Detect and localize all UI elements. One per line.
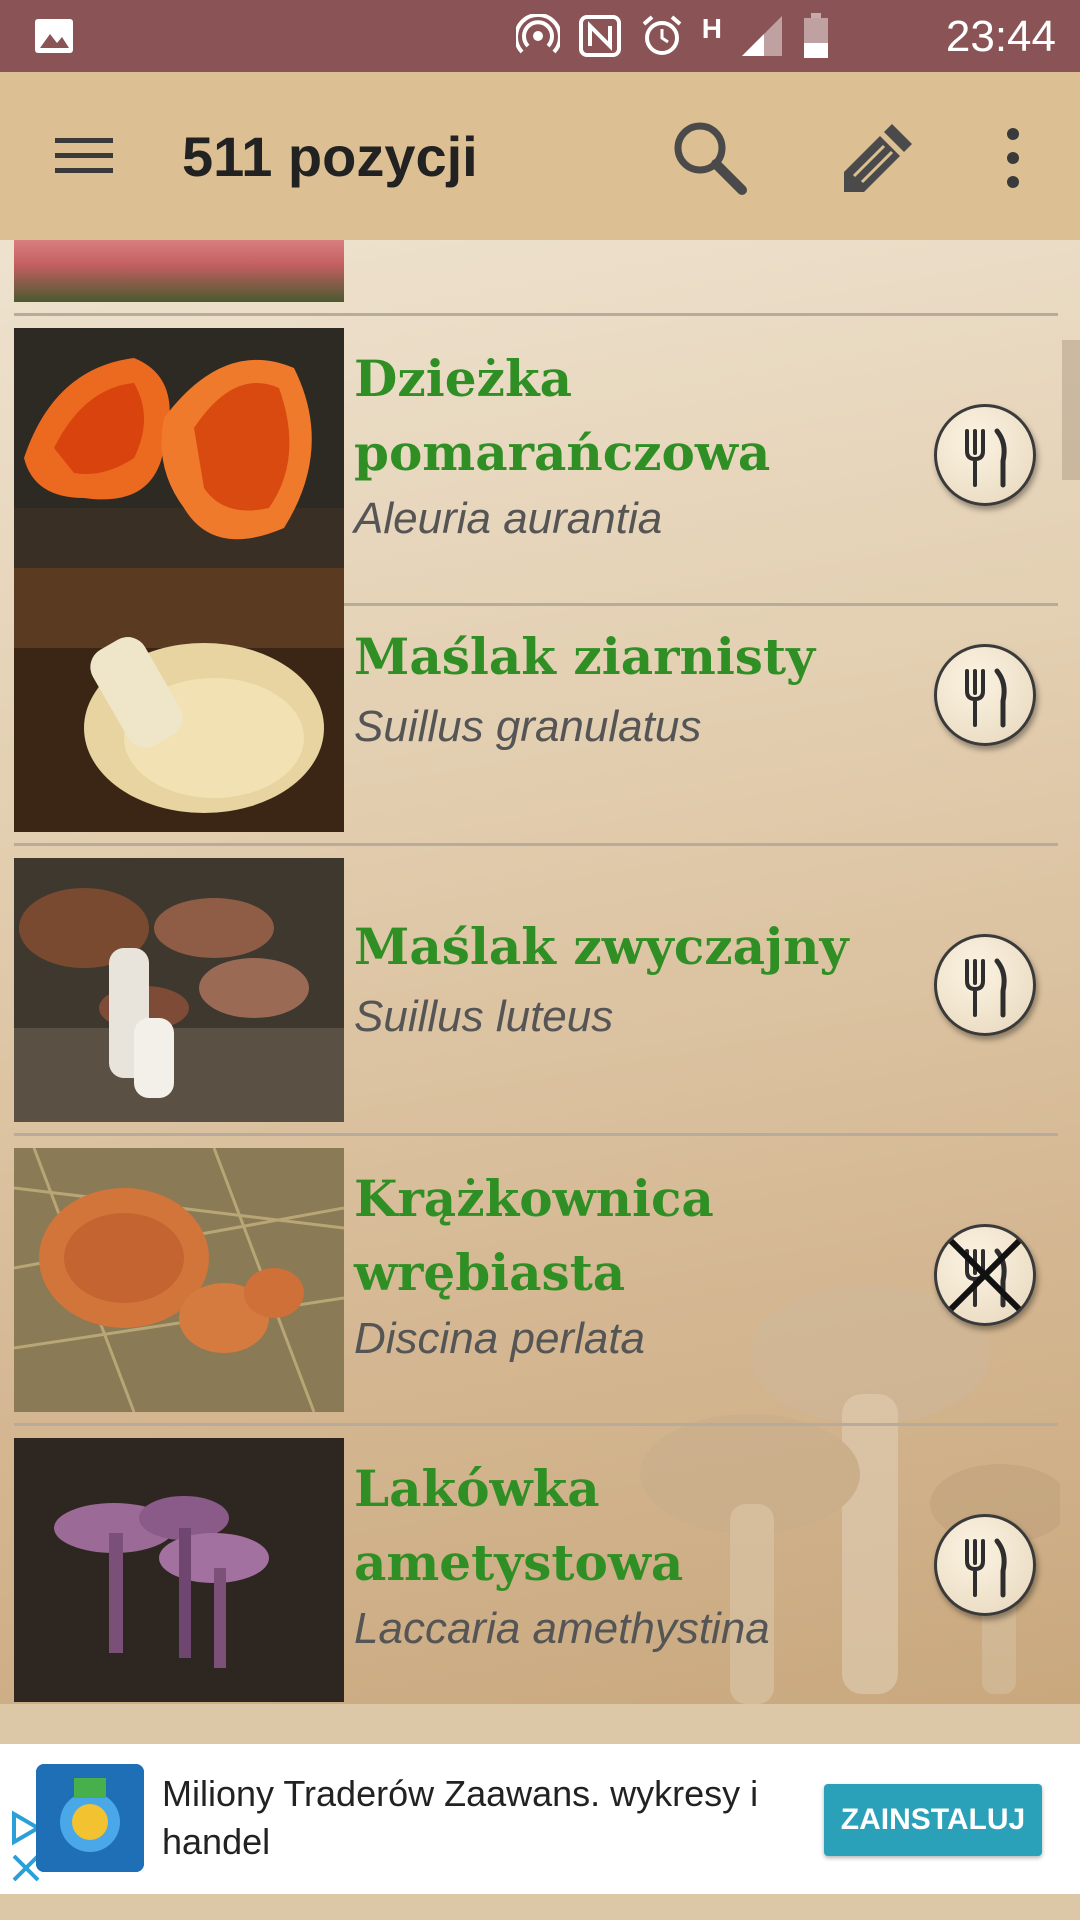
- mushroom-photo: [14, 858, 344, 1122]
- mushroom-photo: [14, 1438, 344, 1702]
- common-name-line: Lakówka: [354, 1459, 600, 1518]
- mushroom-photo: [14, 328, 344, 592]
- list-item[interactable]: Maślak zwyczajny Suillus luteus: [14, 846, 1058, 1136]
- edibility-badge[interactable]: [934, 404, 1036, 506]
- latin-name: Laccaria amethystina: [354, 1604, 770, 1653]
- fork-knife-icon: [965, 958, 1007, 1018]
- app-bar: 511 pozycji: [0, 72, 1080, 240]
- edit-icon: [844, 124, 912, 192]
- mushroom-photo: [14, 240, 344, 302]
- list-item[interactable]: Maślak ziarnisty Suillus granulatus: [14, 556, 1058, 846]
- hotspot-icon: [515, 14, 560, 54]
- latin-name: Suillus granulatus: [354, 702, 702, 751]
- common-name-line: Maślak zwyczajny: [354, 917, 849, 976]
- menu-icon: [55, 138, 113, 173]
- common-name: Dzieżka pomarańczowa: [354, 342, 770, 490]
- mushroom-photo: [14, 568, 344, 832]
- page-title: 511 pozycji: [182, 125, 478, 188]
- list-item-partial[interactable]: [14, 240, 1058, 316]
- bottom-strip: [0, 1894, 1080, 1920]
- battery-icon: [804, 13, 828, 58]
- more-options-button[interactable]: [986, 116, 1040, 200]
- edit-button[interactable]: [830, 116, 914, 200]
- common-name-line: wrębiasta: [354, 1243, 626, 1302]
- list-item[interactable]: Krążkownica wrębiasta Discina perlata: [14, 1136, 1058, 1426]
- fork-knife-icon: [965, 668, 1007, 728]
- common-name-line: Maślak ziarnisty: [354, 627, 816, 686]
- common-name: Lakówka ametystowa: [354, 1452, 683, 1600]
- list-footer-band: [0, 1704, 1080, 1744]
- common-name-line: Krążkownica: [354, 1169, 714, 1228]
- signal-icon: [742, 16, 782, 56]
- clock: 23:44: [945, 12, 1056, 61]
- edibility-badge[interactable]: [934, 644, 1036, 746]
- install-button[interactable]: ZAINSTALUJ: [824, 1784, 1042, 1856]
- app-logo-icon[interactable]: [36, 1764, 144, 1872]
- latin-name: Discina perlata: [354, 1314, 646, 1363]
- image-icon: [35, 19, 73, 53]
- common-name: Maślak ziarnisty: [354, 620, 815, 694]
- status-icons: H: [515, 13, 830, 58]
- ad-text[interactable]: Miliony Traderów Zaawans. wykresy i hand…: [162, 1770, 802, 1866]
- common-name: Maślak zwyczajny: [354, 910, 849, 984]
- fork-knife-icon: [965, 428, 1007, 488]
- mushroom-photo: [14, 1148, 344, 1412]
- mushroom-list[interactable]: Dzieżka pomarańczowa Aleuria aurantia Ma…: [0, 240, 1080, 1704]
- common-name-line: pomarańczowa: [354, 423, 771, 482]
- fork-knife-icon: [965, 1538, 1007, 1598]
- latin-name: Suillus luteus: [354, 992, 614, 1041]
- latin-name: Aleuria aurantia: [354, 494, 663, 543]
- edibility-badge[interactable]: [934, 934, 1036, 1036]
- menu-button[interactable]: [40, 116, 128, 196]
- alarm-icon: [642, 15, 682, 55]
- not-edible-icon: [948, 1238, 1022, 1312]
- common-name: Krążkownica wrębiasta: [354, 1162, 714, 1310]
- status-bar: H 23:44: [0, 0, 1080, 72]
- more-vert-icon: [1007, 128, 1019, 188]
- nfc-icon: [578, 15, 621, 57]
- search-icon: [674, 122, 747, 195]
- edibility-badge[interactable]: [934, 1514, 1036, 1616]
- search-button[interactable]: [668, 116, 752, 200]
- scrollbar[interactable]: [1062, 340, 1080, 480]
- common-name-line: ametystowa: [354, 1533, 684, 1592]
- inedible-badge[interactable]: [934, 1224, 1036, 1326]
- list-item[interactable]: Lakówka ametystowa Laccaria amethystina: [14, 1426, 1058, 1704]
- network-type-label: H: [701, 13, 722, 44]
- ad-banner[interactable]: Miliony Traderów Zaawans. wykresy i hand…: [0, 1744, 1080, 1894]
- common-name-line: Dzieżka: [354, 349, 572, 408]
